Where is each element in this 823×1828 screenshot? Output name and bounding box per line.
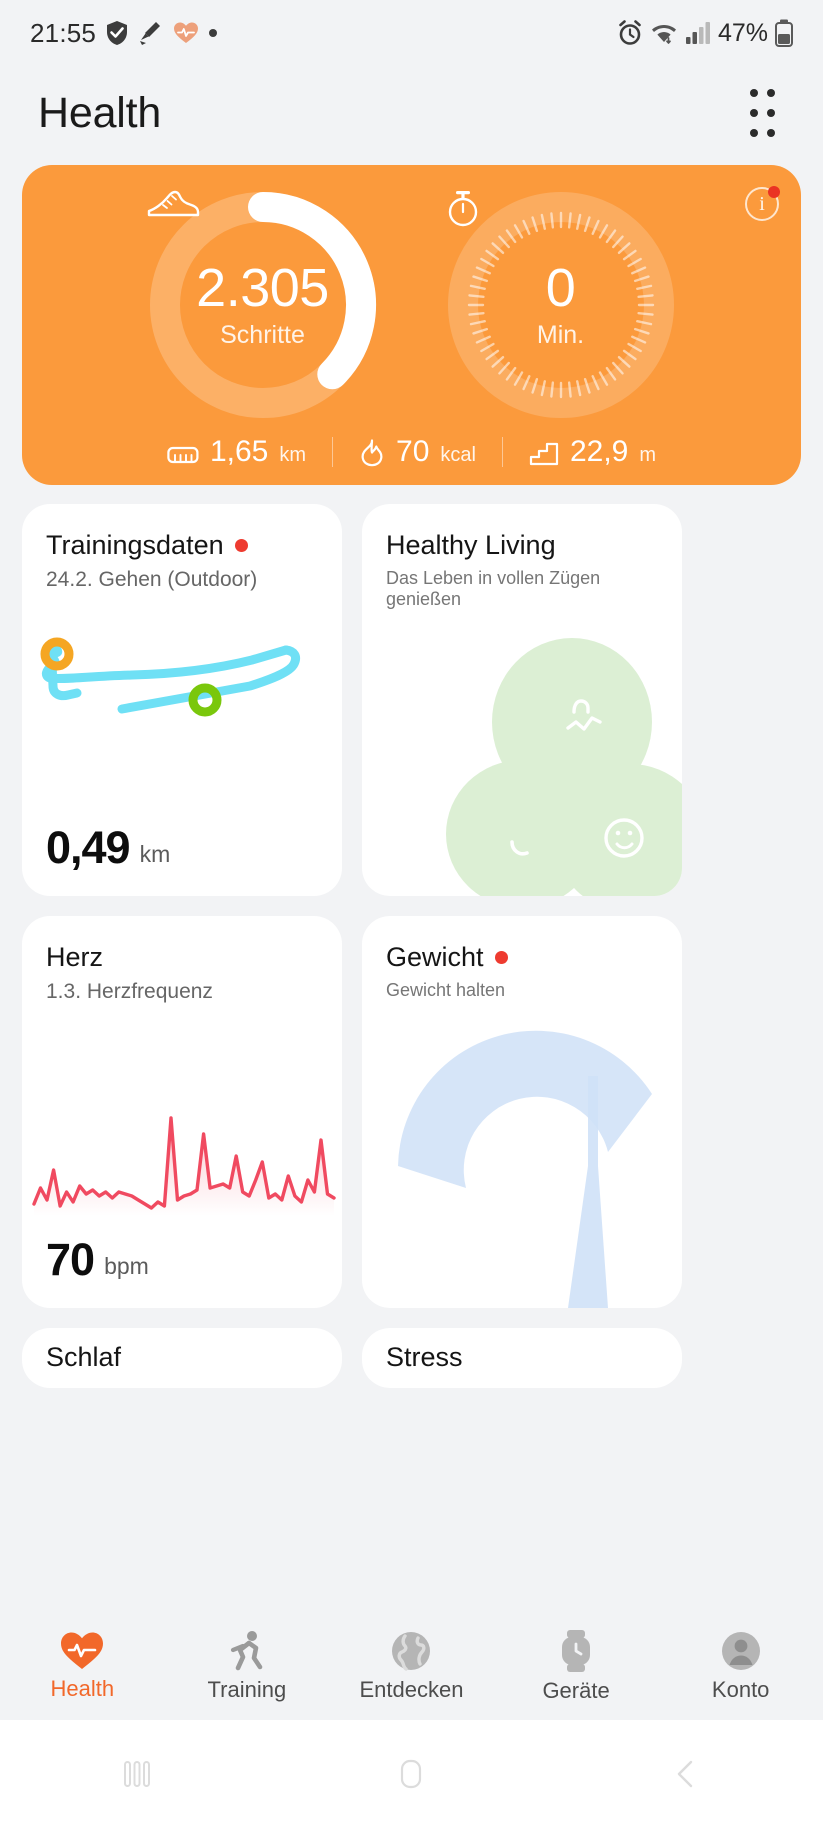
- tile-healthy-living-title: Healthy Living: [386, 530, 556, 560]
- steps-value: 2.305: [196, 258, 329, 319]
- tile-training-value: 0,49: [46, 822, 131, 873]
- stat-floors-unit: m: [639, 444, 657, 466]
- tile-training-metric: 0,49 km: [46, 825, 170, 870]
- stat-calories-value: 70: [396, 435, 430, 468]
- app-header: Health: [0, 66, 823, 160]
- app-screen: 21:55 47% Health i 2.305 Schritte 0 Min.…: [0, 0, 823, 1828]
- status-badge: [234, 539, 248, 552]
- tile-weight[interactable]: Gewicht Gewicht halten: [362, 916, 682, 1308]
- broom-icon: [140, 22, 161, 45]
- steps-ring[interactable]: 2.305 Schritte: [145, 187, 381, 423]
- running-icon: [230, 1630, 263, 1670]
- tile-sleep-title: Schlaf: [46, 1342, 122, 1372]
- nav-label-devices: Geräte: [542, 1677, 610, 1703]
- status-bar-right: 47%: [617, 19, 793, 48]
- tile-heart-metric: 70 bpm: [46, 1237, 149, 1282]
- nav-label-discover: Entdecken: [359, 1676, 464, 1702]
- active-minutes-label: Min.: [536, 320, 585, 349]
- shield-icon: [107, 21, 128, 45]
- tile-stress-title: Stress: [386, 1342, 463, 1372]
- heart-icon: [174, 22, 199, 43]
- shoe-icon: [147, 190, 199, 217]
- stat-floors-value: 22,9: [569, 435, 629, 468]
- nav-item-discover[interactable]: Entdecken: [329, 1630, 494, 1703]
- stat-distance-unit: km: [279, 444, 307, 466]
- bottom-navigation: Health Training Entdecken Geräte Konto: [0, 1612, 823, 1720]
- tile-heart-unit: bpm: [104, 1253, 149, 1279]
- stat-distance[interactable]: 1,65 km: [141, 437, 332, 467]
- tile-training-subtitle: 24.2. Gehen (Outdoor): [46, 568, 258, 591]
- back-icon: [677, 1760, 693, 1788]
- recents-icon: [124, 1761, 151, 1787]
- summary-stats-row: 1,65 km 70 kcal 22,9 m: [22, 437, 801, 467]
- stat-distance-value: 1,65: [209, 435, 269, 468]
- flame-icon: [361, 439, 383, 467]
- tile-training-unit: km: [139, 841, 171, 867]
- tile-heart-subtitle: 1.3. Herzfrequenz: [46, 980, 213, 1003]
- nav-item-devices[interactable]: Geräte: [494, 1629, 659, 1704]
- tile-weight-title: Gewicht: [386, 942, 484, 972]
- stat-floors[interactable]: 22,9 m: [503, 437, 682, 467]
- nav-item-training[interactable]: Training: [165, 1630, 330, 1703]
- tile-heart[interactable]: Herz 1.3. Herzfrequenz 70 bpm: [22, 916, 342, 1308]
- status-badge: [494, 951, 508, 964]
- more-options-icon: [749, 89, 758, 137]
- nav-label-account: Konto: [711, 1676, 770, 1702]
- tile-stress[interactable]: Stress: [362, 1328, 682, 1388]
- status-time: 21:55: [30, 17, 97, 48]
- daily-summary-card[interactable]: i 2.305 Schritte 0 Min. 1,65 km 70 kcal …: [22, 165, 801, 485]
- nav-item-account[interactable]: Konto: [658, 1630, 823, 1703]
- wifi-icon: [651, 25, 676, 44]
- status-bar: 21:55 47%: [0, 0, 823, 66]
- active-minutes-ring[interactable]: 0 Min.: [443, 187, 679, 423]
- ruler-icon: [167, 446, 199, 464]
- globe-icon: [392, 1631, 431, 1671]
- signal-icon: [685, 22, 710, 44]
- nav-item-health[interactable]: Health: [0, 1631, 165, 1702]
- recents-button[interactable]: [0, 1754, 274, 1794]
- tile-heart-value: 70: [46, 1234, 95, 1285]
- page-title: Health: [38, 88, 162, 137]
- stopwatch-icon: [448, 191, 477, 227]
- tile-weight-subtitle: Gewicht halten: [386, 980, 506, 1000]
- stat-calories[interactable]: 70 kcal: [333, 437, 502, 467]
- tile-healthy-living-subtitle: Das Leben in vollen Zügen genießen: [386, 568, 601, 609]
- tile-healthy-living[interactable]: Healthy Living Das Leben in vollen Zügen…: [362, 504, 682, 896]
- nav-label-health: Health: [50, 1675, 115, 1701]
- tile-heart-title: Herz: [46, 942, 104, 972]
- back-button[interactable]: [549, 1754, 823, 1794]
- stat-calories-unit: kcal: [440, 444, 476, 466]
- tile-grid: Trainingsdaten 24.2. Gehen (Outdoor) 0,4…: [22, 504, 801, 1388]
- info-icon[interactable]: i: [745, 186, 780, 221]
- home-button[interactable]: [274, 1754, 548, 1794]
- more-options-button[interactable]: [739, 89, 785, 137]
- home-icon: [401, 1759, 422, 1789]
- heart-pulse-icon: [61, 1632, 104, 1669]
- steps-label: Schritte: [220, 320, 305, 349]
- content-scroll[interactable]: i 2.305 Schritte 0 Min. 1,65 km 70 kcal …: [0, 165, 823, 1388]
- tile-training-title: Trainingsdaten: [46, 530, 224, 560]
- tile-sleep[interactable]: Schlaf: [22, 1328, 342, 1388]
- active-minutes-value: 0: [545, 258, 576, 319]
- dot-icon: [209, 29, 218, 37]
- alarm-icon: [619, 20, 641, 45]
- stairs-icon: [529, 442, 559, 466]
- status-bar-left: 21:55: [30, 18, 218, 49]
- battery-icon: [775, 19, 793, 47]
- summary-rings: 2.305 Schritte 0 Min.: [22, 165, 801, 423]
- system-navigation-bar: [0, 1720, 823, 1828]
- watch-icon: [562, 1629, 591, 1672]
- tile-training-data[interactable]: Trainingsdaten 24.2. Gehen (Outdoor) 0,4…: [22, 504, 342, 896]
- battery-percent: 47%: [717, 18, 768, 47]
- account-icon: [721, 1631, 760, 1670]
- nav-label-training: Training: [207, 1676, 287, 1702]
